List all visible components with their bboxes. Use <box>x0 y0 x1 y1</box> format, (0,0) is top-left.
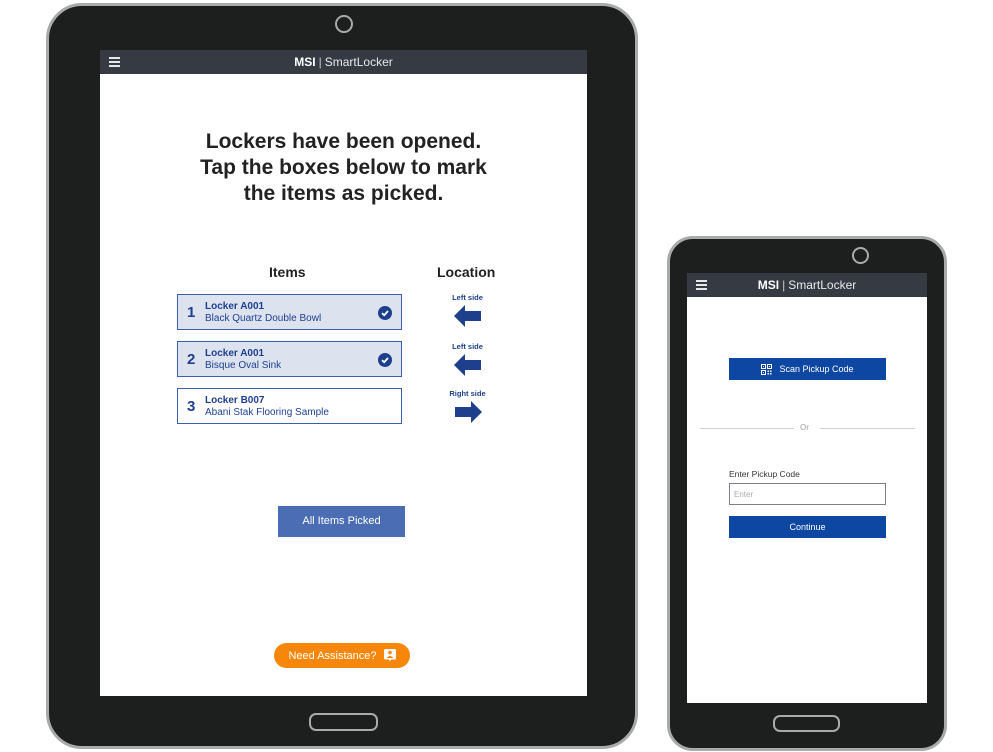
item-description: Black Quartz Double Bowl <box>205 313 322 324</box>
pickup-code-label: Enter Pickup Code <box>729 469 800 479</box>
app-brand: MSI | SmartLocker <box>294 55 393 69</box>
item-description: Bisque Oval Sink <box>205 360 282 371</box>
continue-button[interactable]: Continue <box>729 516 886 538</box>
pickup-code-input[interactable] <box>729 483 886 505</box>
app-brand: MSI | SmartLocker <box>758 278 857 292</box>
item-locker: Locker A001 <box>205 301 265 312</box>
brand-separator: | <box>782 278 786 292</box>
need-assistance-button[interactable]: Need Assistance? <box>274 643 410 668</box>
or-divider: Or <box>700 423 915 433</box>
scan-pickup-code-button[interactable]: Scan Pickup Code <box>729 358 886 380</box>
check-circle-icon <box>378 306 392 320</box>
phone-camera <box>852 247 869 264</box>
location-indicator-1: Left side <box>440 293 495 327</box>
product-name: SmartLocker <box>788 278 857 292</box>
or-label: Or <box>800 423 809 432</box>
brand-separator: | <box>318 55 322 69</box>
arrow-right-icon <box>454 401 482 423</box>
locker-item-1[interactable]: 1 Locker A001 Black Quartz Double Bowl <box>177 294 402 330</box>
headline-line: Lockers have been opened. <box>205 130 482 153</box>
side-label: Left side <box>452 342 483 351</box>
arrow-left-icon <box>453 354 481 376</box>
side-label: Left side <box>452 293 483 302</box>
product-name: SmartLocker <box>324 55 393 69</box>
all-items-picked-button[interactable]: All Items Picked <box>278 506 405 537</box>
brand-name: MSI <box>294 55 316 69</box>
phone-home-button[interactable] <box>773 715 840 732</box>
tablet-home-button[interactable] <box>309 713 378 731</box>
check-circle-icon <box>378 353 392 367</box>
item-number: 2 <box>187 351 196 368</box>
divider-line <box>820 428 915 429</box>
tablet-screen: MSI | SmartLocker Lockers have been opened… <box>100 50 587 696</box>
items-column-header: Items <box>269 264 306 280</box>
hamburger-menu-icon[interactable] <box>109 57 120 67</box>
tablet-camera <box>335 15 353 33</box>
tablet-app-header: MSI | SmartLocker <box>100 50 587 74</box>
page-headline: Lockers have been opened. Tap the boxes … <box>100 129 587 207</box>
arrow-left-icon <box>453 305 481 327</box>
phone-screen: MSI | SmartLocker Scan Pickup Code Or En… <box>687 273 927 703</box>
tablet-device: MSI | SmartLocker Lockers have been opened… <box>46 3 638 749</box>
item-description: Abani Stak Flooring Sample <box>205 407 329 418</box>
stage: MSI | SmartLocker Lockers have been opened… <box>0 0 993 752</box>
side-label: Right side <box>449 389 486 398</box>
location-column-header: Location <box>437 264 496 280</box>
phone-device: MSI | SmartLocker Scan Pickup Code Or En… <box>667 236 947 751</box>
location-indicator-2: Left side <box>440 342 495 376</box>
item-locker: Locker B007 <box>205 395 265 406</box>
assist-label: Need Assistance? <box>288 649 377 662</box>
location-indicator-3: Right side <box>440 389 495 423</box>
scan-label: Scan Pickup Code <box>779 364 854 374</box>
qr-code-icon <box>761 363 773 375</box>
divider-line <box>700 428 794 429</box>
item-number: 1 <box>187 304 196 321</box>
hamburger-menu-icon[interactable] <box>696 280 707 290</box>
support-person-icon <box>383 649 396 662</box>
locker-item-2[interactable]: 2 Locker A001 Bisque Oval Sink <box>177 341 402 377</box>
locker-item-3[interactable]: 3 Locker B007 Abani Stak Flooring Sample <box>177 388 402 424</box>
headline-line: the items as picked. <box>243 182 444 205</box>
headline-line: Tap the boxes below to mark <box>200 156 487 179</box>
item-locker: Locker A001 <box>205 348 265 359</box>
phone-app-header: MSI | SmartLocker <box>687 273 927 297</box>
brand-name: MSI <box>757 278 780 292</box>
item-number: 3 <box>187 398 196 415</box>
